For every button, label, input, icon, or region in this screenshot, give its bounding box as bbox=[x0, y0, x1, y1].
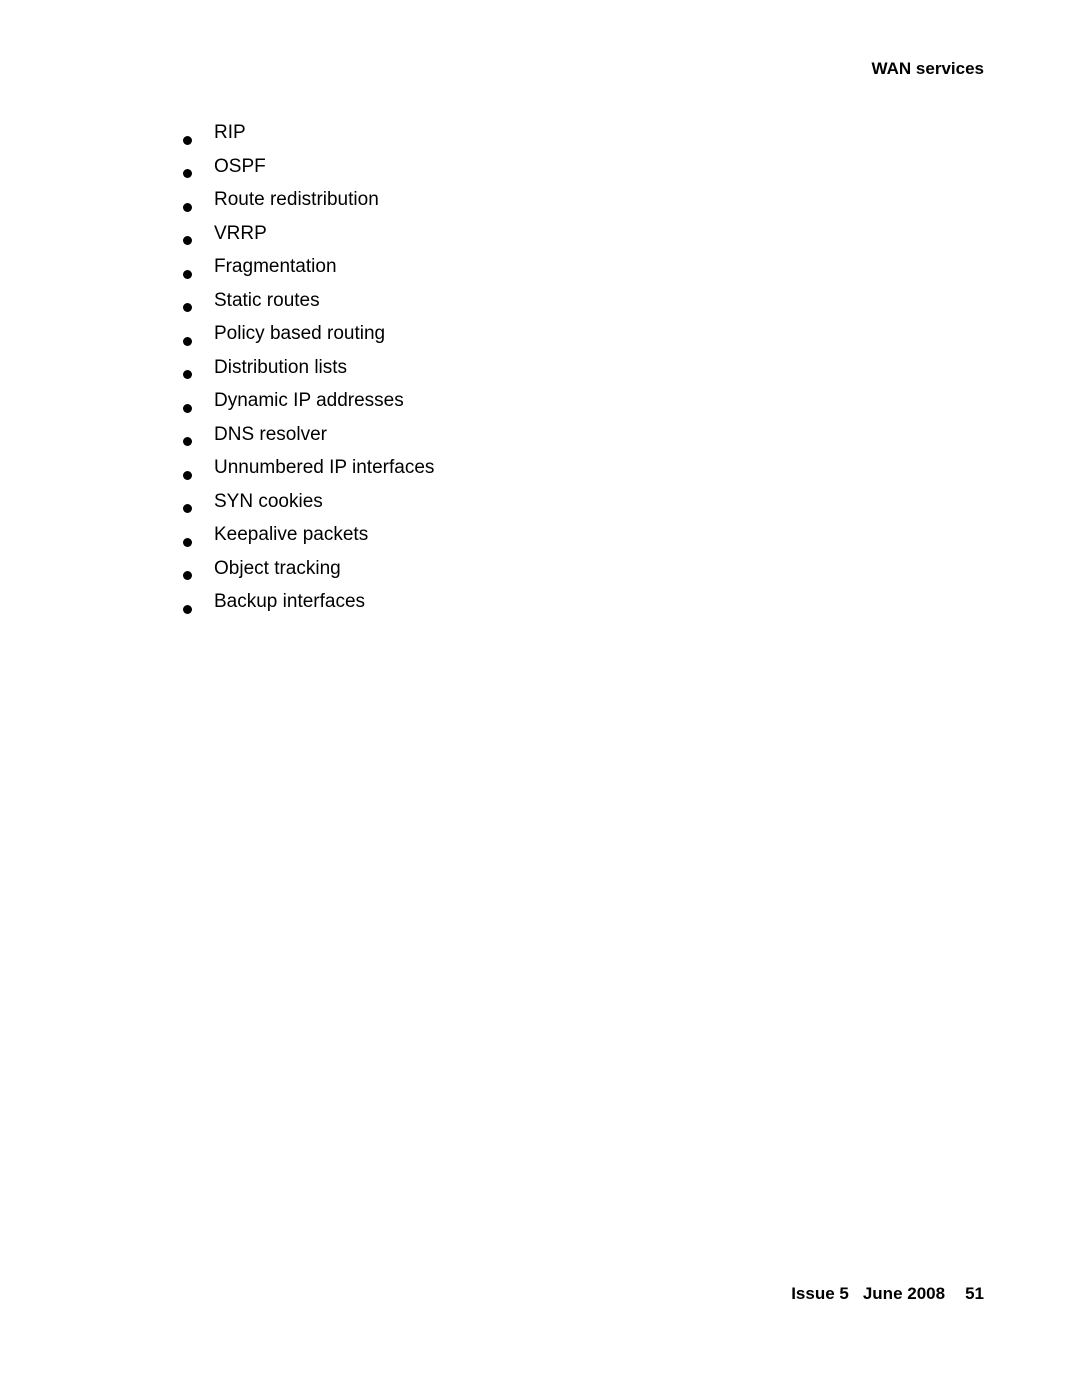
list-item: RIP bbox=[181, 121, 246, 155]
list-item-text: VRRP bbox=[214, 222, 267, 244]
list-item: Unnumbered IP interfaces bbox=[181, 456, 434, 490]
list-item-text: Static routes bbox=[214, 289, 320, 311]
section-title: WAN services bbox=[871, 59, 984, 78]
list-item: Policy based routing bbox=[181, 322, 385, 356]
footer-date: June 2008 bbox=[862, 1284, 946, 1303]
list-item-text: Policy based routing bbox=[214, 323, 386, 344]
list-item-text: OSPF bbox=[214, 155, 266, 177]
list-item: DNS resolver bbox=[181, 423, 327, 457]
list-item: Static routes bbox=[181, 289, 320, 323]
page-footer: Issue 5 June 2008 51 bbox=[791, 1284, 984, 1304]
list-item: Route redistribution bbox=[181, 188, 379, 222]
list-item-text: Dynamic IP addresses bbox=[214, 390, 404, 411]
list-item-text: Route redistribution bbox=[214, 189, 379, 210]
bullet-icon bbox=[183, 403, 192, 413]
list-item-text: Object tracking bbox=[214, 557, 341, 579]
list-item: Object tracking bbox=[181, 557, 341, 591]
bullet-icon bbox=[183, 202, 192, 212]
bullet-icon bbox=[183, 169, 192, 179]
list-item-text: RIP bbox=[214, 122, 246, 143]
bullet-icon bbox=[183, 135, 192, 145]
list-item-text: Fragmentation bbox=[214, 256, 337, 277]
list-item: SYN cookies bbox=[181, 490, 323, 524]
bullet-icon bbox=[183, 537, 192, 547]
list-item: Backup interfaces bbox=[181, 590, 365, 624]
list-item-text: Unnumbered IP interfaces bbox=[214, 457, 435, 478]
bullet-icon bbox=[183, 470, 192, 480]
bullet-icon bbox=[183, 571, 192, 581]
bullet-icon bbox=[183, 604, 192, 614]
list-item-text: Keepalive packets bbox=[214, 524, 369, 545]
bullet-icon bbox=[183, 336, 192, 346]
list-item-text: SYN cookies bbox=[214, 490, 323, 512]
bullet-icon bbox=[183, 504, 192, 514]
page-number: 51 bbox=[965, 1284, 984, 1303]
bullet-icon bbox=[183, 437, 192, 447]
list-item: Fragmentation bbox=[181, 255, 337, 289]
bullet-icon bbox=[183, 370, 192, 380]
bullet-icon bbox=[183, 303, 192, 313]
list-item-text: DNS resolver bbox=[214, 423, 327, 445]
list-item: Keepalive packets bbox=[181, 523, 368, 557]
list-item-text: Backup interfaces bbox=[214, 591, 366, 612]
list-item: Distribution lists bbox=[181, 356, 347, 390]
list-item: OSPF bbox=[181, 155, 266, 189]
bullet-icon bbox=[183, 236, 192, 246]
footer-issue: Issue 5 bbox=[791, 1284, 849, 1303]
list-item: VRRP bbox=[181, 222, 267, 256]
feature-bullet-list: RIP OSPF Route redistribution VRRP Fragm… bbox=[181, 121, 434, 624]
list-item-text: Distribution lists bbox=[214, 356, 348, 378]
list-item: Dynamic IP addresses bbox=[181, 389, 404, 423]
bullet-icon bbox=[183, 269, 192, 279]
